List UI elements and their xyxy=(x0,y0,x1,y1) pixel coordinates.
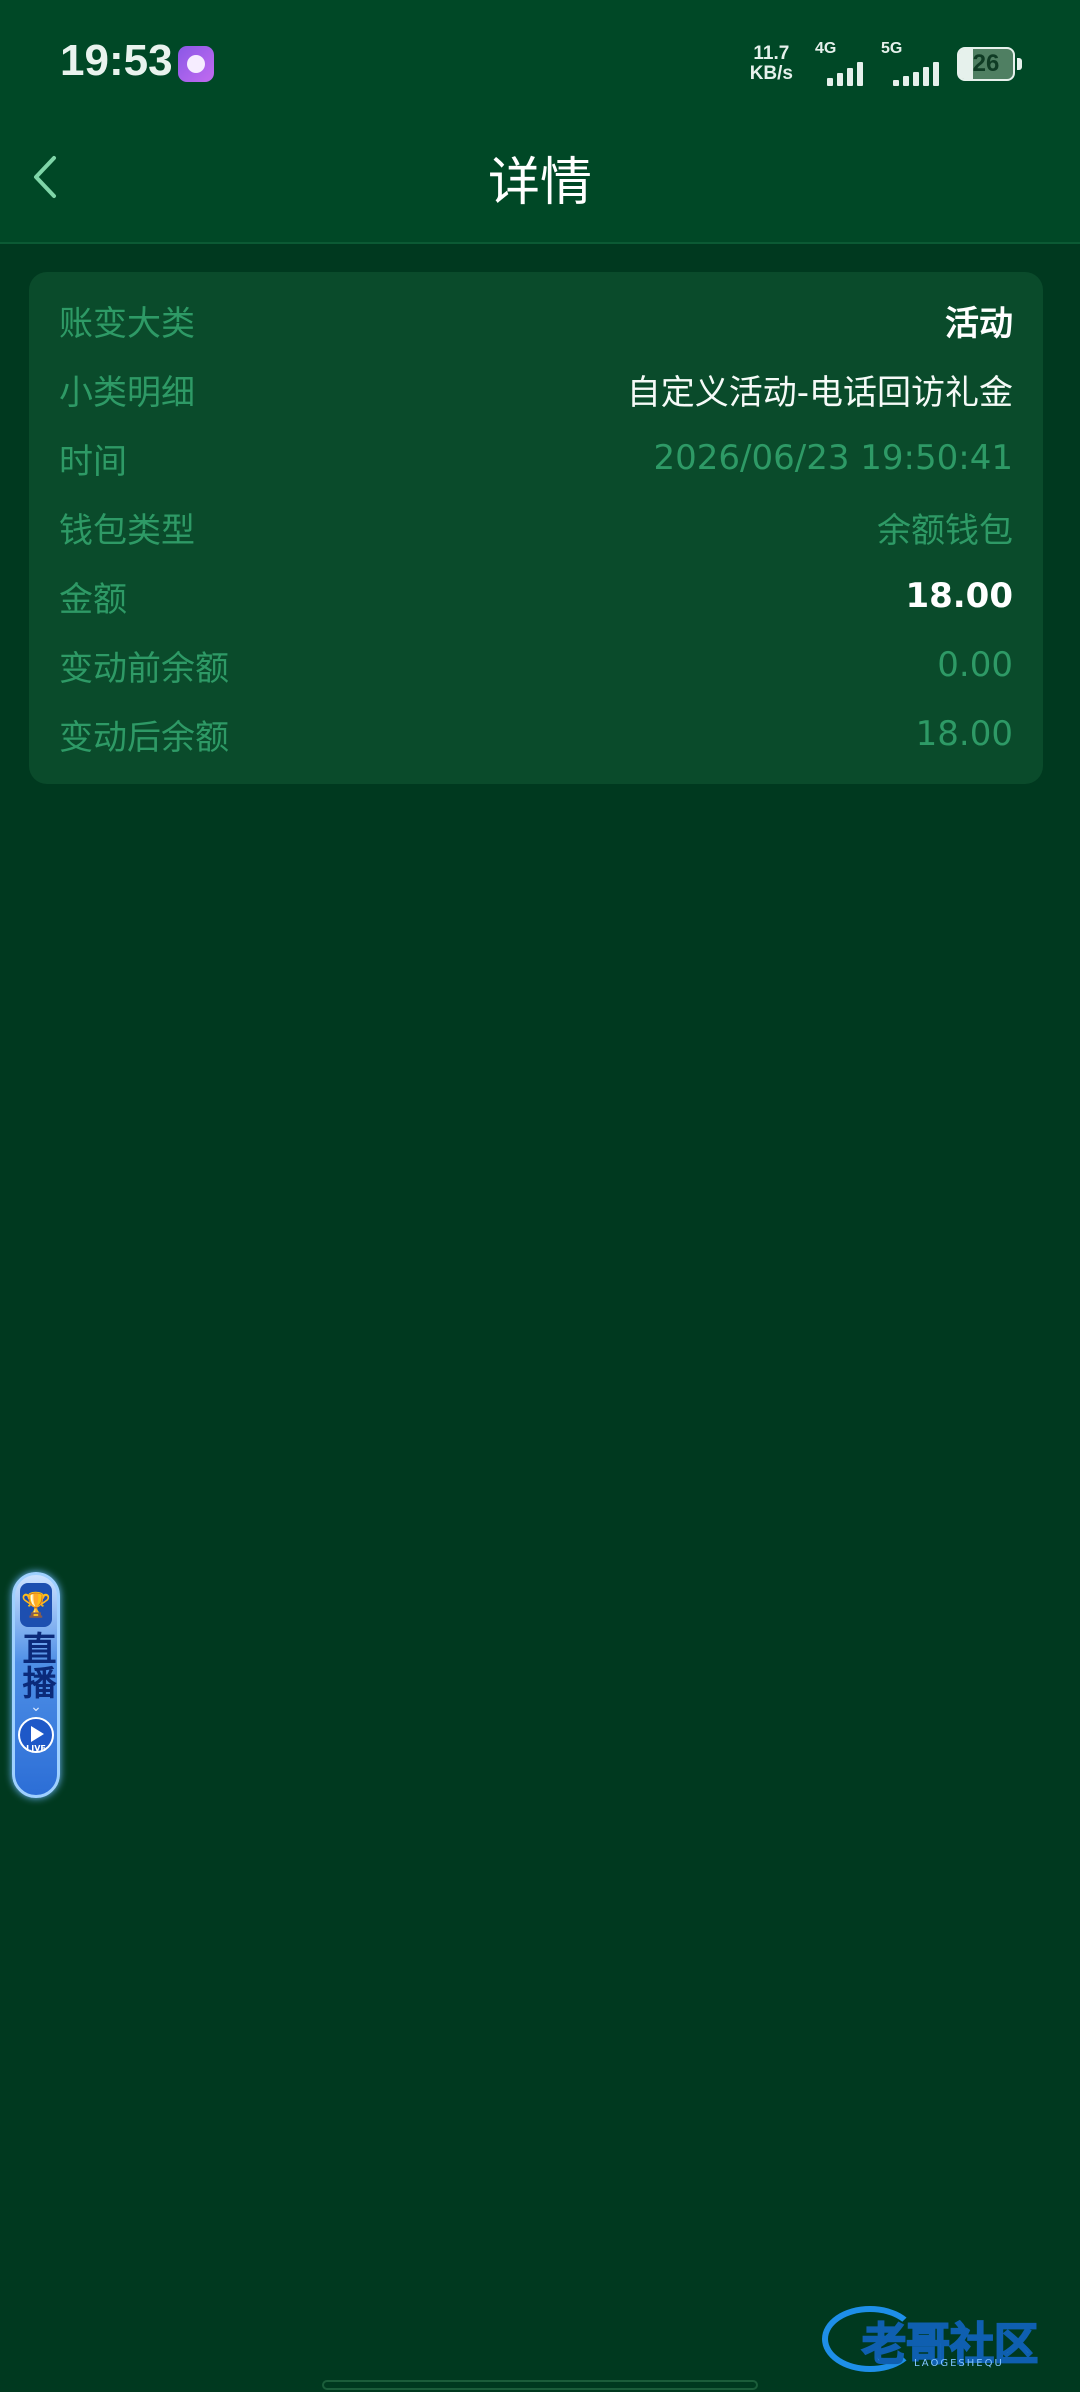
detail-value: 0.00 xyxy=(937,645,1013,685)
live-stream-widget[interactable]: 🏆 直播 ⌄ LIVE xyxy=(12,1572,60,1798)
signal-4g-label: 4G xyxy=(815,40,837,57)
detail-value: 自定义活动-电话回访礼金 xyxy=(626,372,1013,413)
watermark-subtext: LAOGESHEQU xyxy=(914,2358,1004,2369)
detail-card: 账变大类 活动 小类明细 自定义活动-电话回访礼金 时间 2026/06/23 … xyxy=(29,272,1043,784)
detail-row-subcategory: 小类明细 自定义活动-电话回访礼金 xyxy=(59,359,1013,419)
detail-value: 18.00 xyxy=(915,714,1013,754)
page-title: 详情 xyxy=(487,153,592,213)
detail-row-time: 时间 2026/06/23 19:50:41 xyxy=(59,428,1013,488)
home-indicator[interactable] xyxy=(322,2380,758,2390)
live-label: 直播 xyxy=(16,1631,56,1699)
header-bar: 19:53 11.7 KB/s 4G 5G 26 详情 xyxy=(0,0,1080,244)
detail-value: 18.00 xyxy=(905,576,1013,616)
detail-row-balance-before: 变动前余额 0.00 xyxy=(59,635,1013,695)
net-speed-unit: KB/s xyxy=(749,63,793,84)
detail-value: 余额钱包 xyxy=(877,510,1013,551)
detail-label: 金额 xyxy=(59,579,127,620)
detail-label: 账变大类 xyxy=(59,303,195,344)
detail-row-amount: 金额 18.00 xyxy=(59,566,1013,626)
detail-value: 活动 xyxy=(945,303,1013,344)
detail-label: 变动后余额 xyxy=(59,717,229,758)
status-time: 19:53 xyxy=(60,36,173,85)
battery-level: 26 xyxy=(972,50,1000,77)
battery-icon: 26 xyxy=(957,47,1015,81)
detail-label: 钱包类型 xyxy=(59,510,195,551)
signal-4g-icon: 4G xyxy=(815,40,863,86)
detail-row-wallet-type: 钱包类型 余额钱包 xyxy=(59,497,1013,557)
live-badge: LIVE xyxy=(26,1744,46,1753)
detail-label: 变动前余额 xyxy=(59,648,229,689)
detail-label: 小类明细 xyxy=(59,372,195,413)
detail-row-category: 账变大类 活动 xyxy=(59,290,1013,350)
detail-value: 2026/06/23 19:50:41 xyxy=(653,438,1013,478)
network-speed: 11.7 KB/s xyxy=(750,44,793,84)
net-speed-value: 11.7 xyxy=(753,43,790,64)
detail-label: 时间 xyxy=(59,441,127,482)
play-icon: LIVE xyxy=(18,1717,54,1753)
chevron-down-icon: ⌄ xyxy=(30,1699,42,1715)
detail-row-balance-after: 变动后余额 18.00 xyxy=(59,704,1013,764)
signal-5g-icon: 5G xyxy=(881,40,939,86)
trophy-icon: 🏆 xyxy=(20,1583,52,1627)
app-notification-icon xyxy=(178,46,214,82)
signal-5g-label: 5G xyxy=(881,40,903,57)
watermark-logo: 老哥社区 LAOGESHEQU xyxy=(822,2304,1062,2374)
status-icons: 11.7 KB/s 4G 5G 26 xyxy=(750,40,1022,86)
